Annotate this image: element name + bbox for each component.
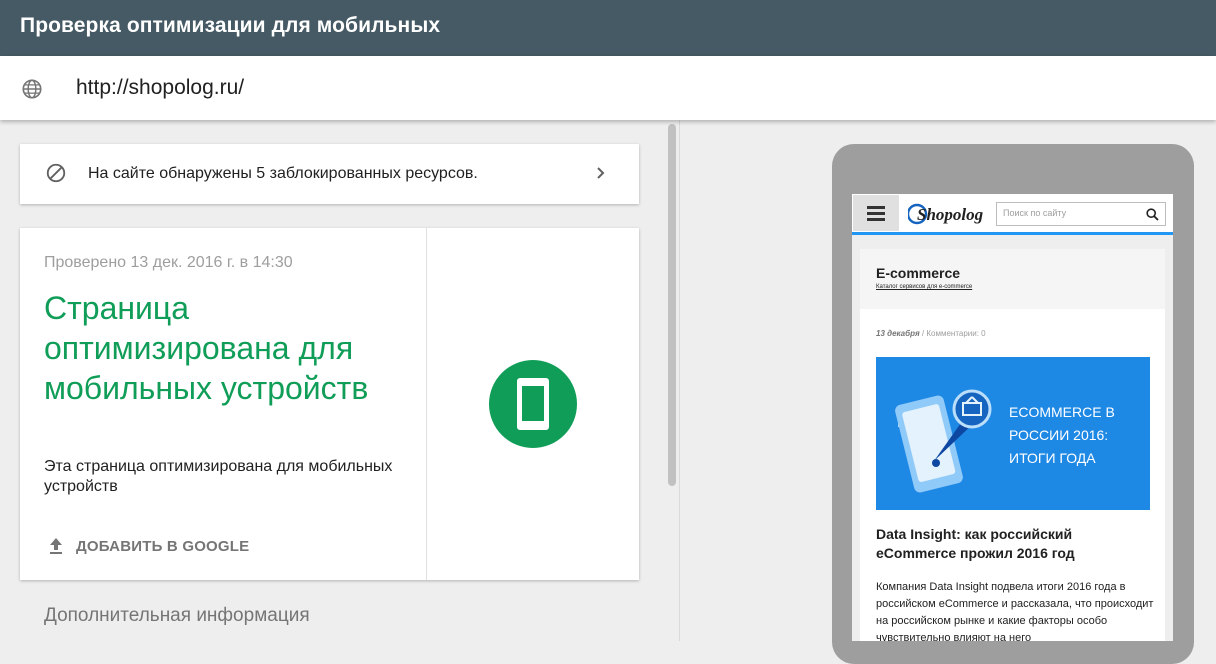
checked-timestamp: Проверено 13 дек. 2016 г. в 14:30 xyxy=(44,254,293,271)
mobile-friendly-badge xyxy=(489,360,577,448)
blocked-icon xyxy=(46,163,66,183)
more-info-heading[interactable]: Дополнительная информация xyxy=(44,605,310,627)
category-title: E-commerce xyxy=(876,265,961,281)
article-title: Data Insight: как российский eCommerce п… xyxy=(876,526,1075,561)
add-to-google-label: ДОБАВИТЬ В GOOGLE xyxy=(76,537,250,555)
hamburger-menu-icon xyxy=(853,195,899,231)
smartphone-icon xyxy=(517,378,549,430)
card-divider xyxy=(426,228,427,580)
url-bar[interactable]: http://shopolog.ru/ xyxy=(0,56,1216,120)
site-search-placeholder: Поиск по сайту xyxy=(1003,208,1067,218)
phone-screen-preview: Shopolog Поиск по сайту E-commerce Катал… xyxy=(852,194,1173,641)
site-content: E-commerce Каталог сервисов для e-commer… xyxy=(860,249,1165,641)
upload-icon xyxy=(50,538,62,554)
post-comments: / Комментарии: 0 xyxy=(921,329,986,338)
header-accent-line xyxy=(852,232,1173,235)
result-description: Эта страница оптимизирована для мобильны… xyxy=(44,458,393,495)
shopolog-logo: Shopolog xyxy=(908,203,984,225)
post-date: 13 декабря xyxy=(876,329,920,338)
result-headline: Страница оптимизирована для мобильных ус… xyxy=(44,290,369,406)
phone-illustration-icon xyxy=(895,389,992,493)
app-title: Проверка оптимизации для мобильных xyxy=(20,14,441,37)
result-card: Проверено 13 дек. 2016 г. в 14:30 Страни… xyxy=(20,228,639,580)
blocked-resources-card[interactable]: На сайте обнаружены 5 заблокированных ре… xyxy=(20,144,639,204)
app-header: Проверка оптимизации для мобильных xyxy=(0,0,1216,56)
search-icon xyxy=(1146,208,1159,221)
blocked-resources-text: На сайте обнаружены 5 заблокированных ре… xyxy=(88,165,478,182)
category-band: E-commerce Каталог сервисов для e-commer… xyxy=(860,249,1165,309)
globe-icon xyxy=(22,79,42,99)
scrollbar-thumb[interactable] xyxy=(668,124,676,486)
url-text[interactable]: http://shopolog.ru/ xyxy=(76,76,244,100)
article-banner: ECOMMERCE В РОССИИ 2016: ИТОГИ ГОДА xyxy=(876,357,1150,510)
site-search-input: Поиск по сайту xyxy=(996,202,1166,226)
category-subtitle: Каталог сервисов для e-commerce xyxy=(876,284,973,290)
article-excerpt: Компания Data Insight подвела итоги 2016… xyxy=(876,581,1154,641)
scrollbar[interactable] xyxy=(664,120,680,641)
post-meta: 13 декабря / Комментарии: 0 xyxy=(876,329,986,338)
add-to-google-button[interactable]: ДОБАВИТЬ В GOOGLE xyxy=(44,534,249,558)
site-header: Shopolog Поиск по сайту xyxy=(852,194,1173,235)
banner-text: ECOMMERCE В РОССИИ 2016: ИТОГИ ГОДА xyxy=(1009,404,1115,466)
chevron-right-icon[interactable] xyxy=(595,164,607,182)
svg-text:Shopolog: Shopolog xyxy=(917,205,984,224)
